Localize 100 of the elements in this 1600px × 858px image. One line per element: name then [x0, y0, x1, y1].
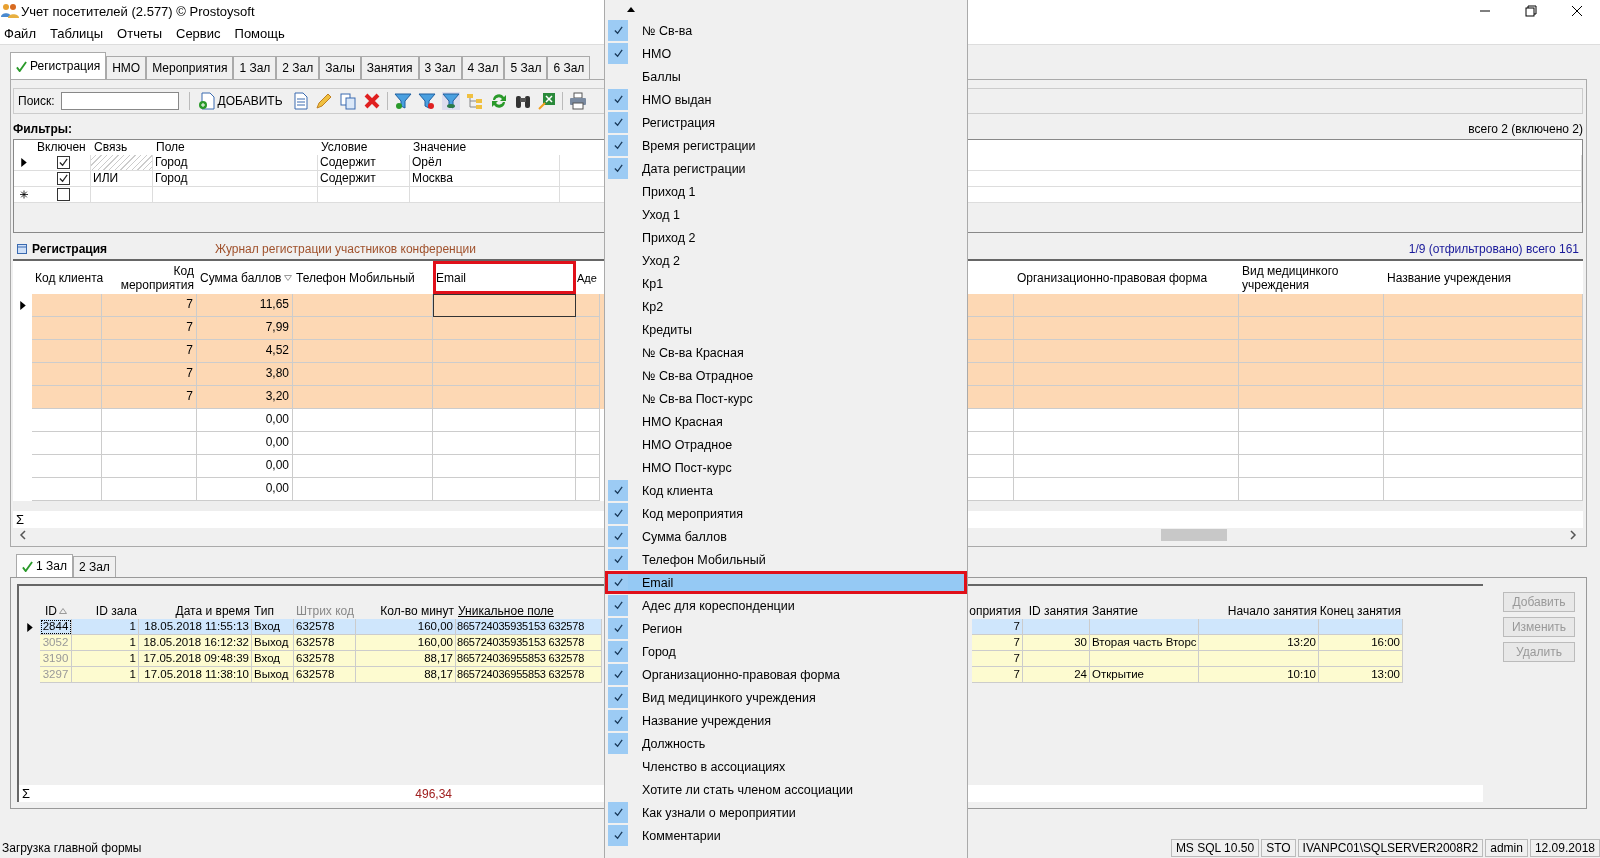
menu-item[interactable]: Название учреждения — [605, 709, 967, 732]
column-header[interactable]: Сумма баллов — [197, 261, 293, 294]
menu-item[interactable]: Помощь — [234, 25, 285, 41]
menu-item[interactable]: Организационно-правовая форма — [605, 663, 967, 686]
menu-item[interactable]: НМО — [605, 42, 967, 65]
menu-item[interactable]: Сумма баллов — [605, 525, 967, 548]
scroll-up-icon[interactable] — [627, 7, 635, 12]
refresh-icon[interactable] — [489, 92, 508, 110]
tab[interactable]: 1 Зал — [233, 56, 277, 79]
close-icon[interactable] — [1571, 5, 1583, 17]
menu-item[interactable]: НМО Пост-курс — [605, 456, 967, 479]
checkbox[interactable] — [56, 156, 70, 169]
menu-item[interactable]: Кр1 — [605, 272, 967, 295]
menu-item[interactable]: Город — [605, 640, 967, 663]
menu-item[interactable]: Таблицы — [49, 25, 104, 41]
filter-remove-icon[interactable] — [417, 92, 436, 110]
menu-item[interactable]: Уход 2 — [605, 249, 967, 272]
menu-item[interactable]: Email — [605, 571, 967, 594]
menu-item[interactable]: Отчеты — [117, 25, 162, 41]
menu-item[interactable]: Приход 2 — [605, 226, 967, 249]
column-header[interactable]: Кол-во минут — [356, 602, 456, 619]
column-header[interactable]: Email — [433, 261, 576, 294]
column-header[interactable]: Уникальное поле — [456, 602, 602, 619]
column-header[interactable]: Условие — [318, 140, 410, 155]
tab[interactable]: Мероприятия — [146, 56, 234, 79]
add-button[interactable]: ДОБАВИТЬ — [195, 92, 285, 110]
column-header[interactable]: Код клиента — [32, 261, 102, 294]
menu-item[interactable]: № Св-ва Красная — [605, 341, 967, 364]
menu-item[interactable]: Как узнали о мероприятии — [605, 801, 967, 824]
menu-item[interactable]: Баллы — [605, 65, 967, 88]
menu-item[interactable]: Приход 1 — [605, 180, 967, 203]
tab[interactable]: 1 Зал — [16, 554, 73, 577]
tab[interactable]: Занятия — [360, 56, 419, 79]
menu-item[interactable]: НМО Красная — [605, 410, 967, 433]
restore-icon[interactable] — [1525, 5, 1537, 17]
menu-item[interactable]: Должность — [605, 732, 967, 755]
checkbox[interactable] — [56, 172, 70, 185]
column-header[interactable]: Тип — [252, 602, 294, 619]
tab[interactable]: 6 Зал — [547, 56, 591, 79]
menu-item[interactable]: Уход 1 — [605, 203, 967, 226]
menu-item[interactable]: Регистрация — [605, 111, 967, 134]
menu-item[interactable]: Адес для кореспонденции — [605, 594, 967, 617]
menu-item[interactable]: Сервис — [176, 25, 221, 41]
tab[interactable]: НМО — [106, 56, 147, 79]
tab[interactable]: 5 Зал — [504, 56, 548, 79]
checkbox[interactable] — [56, 188, 70, 201]
column-header[interactable]: Вид медицинкого учреждения — [1239, 261, 1384, 294]
menu-item[interactable]: Дата регистрации — [605, 157, 967, 180]
menu-item[interactable]: Вид медицинкого учреждения — [605, 686, 967, 709]
table-cell: 17.05.2018 09:48:39 — [139, 651, 252, 667]
column-header[interactable]: ID — [40, 602, 72, 619]
column-header[interactable]: Значение — [410, 140, 560, 155]
column-header[interactable]: Начало занятия — [1199, 602, 1319, 619]
scroll-right-icon[interactable] — [1569, 530, 1577, 540]
column-header[interactable]: Название учреждения — [1384, 261, 1583, 294]
column-header[interactable]: Код мероприятия — [102, 261, 197, 294]
menu-item[interactable]: Время регистрации — [605, 134, 967, 157]
menu-item[interactable]: № Св-ва Пост-курс — [605, 387, 967, 410]
column-header[interactable]: Организационно-правовая форма — [1014, 261, 1239, 294]
column-header[interactable]: Занятие — [1090, 602, 1199, 619]
column-header[interactable]: Связь — [91, 140, 153, 155]
menu-item[interactable]: Членство в ассоциациях — [605, 755, 967, 778]
menu-item[interactable]: № Св-ва Отрадное — [605, 364, 967, 387]
pencil-icon[interactable] — [314, 92, 333, 110]
menu-item[interactable]: Комментарии — [605, 824, 967, 847]
menu-item[interactable]: Кредиты — [605, 318, 967, 341]
column-header[interactable]: Включен — [34, 140, 91, 155]
column-header[interactable]: Аде — [576, 261, 600, 294]
menu-item[interactable]: Код клиента — [605, 479, 967, 502]
menu-item[interactable]: Хотите ли стать членом ассоциации — [605, 778, 967, 801]
tab[interactable]: 4 Зал — [461, 56, 505, 79]
spreadsheet-icon[interactable] — [537, 92, 556, 110]
filter-icon[interactable] — [441, 92, 460, 110]
menu-item[interactable]: Регион — [605, 617, 967, 640]
column-header[interactable]: Поле — [153, 140, 318, 155]
column-header[interactable]: Конец занятия — [1319, 602, 1403, 619]
column-header[interactable]: ID зала — [72, 602, 139, 619]
tab[interactable]: Регистрация — [10, 52, 107, 79]
column-header[interactable]: Телефон Мобильный — [293, 261, 433, 294]
copy-icon[interactable] — [338, 92, 357, 110]
tab[interactable]: 3 Зал — [418, 56, 462, 79]
column-header[interactable]: ID занятия — [1023, 602, 1090, 619]
menu-item[interactable]: НМО выдан — [605, 88, 967, 111]
tab[interactable]: Залы — [319, 56, 361, 79]
menu-item[interactable]: Кр2 — [605, 295, 967, 318]
delete-icon[interactable] — [362, 92, 381, 110]
table-cell: 2844 — [40, 619, 72, 635]
menu-item[interactable]: Телефон Мобильный — [605, 548, 967, 571]
menu-item[interactable]: НМО Отрадное — [605, 433, 967, 456]
printer-icon[interactable] — [568, 92, 587, 110]
tab[interactable]: 2 Зал — [72, 556, 116, 577]
menu-item[interactable]: Файл — [4, 25, 36, 41]
column-header[interactable]: Дата и время — [139, 602, 252, 619]
scrollbar-thumb[interactable] — [1161, 529, 1227, 541]
scroll-left-icon[interactable] — [19, 530, 27, 540]
filter-add-icon[interactable] — [393, 92, 412, 110]
menu-item[interactable]: Код мероприятия — [605, 502, 967, 525]
menu-item[interactable]: № Св-ва — [605, 19, 967, 42]
tab[interactable]: 2 Зал — [276, 56, 320, 79]
search-field[interactable] — [60, 92, 179, 110]
